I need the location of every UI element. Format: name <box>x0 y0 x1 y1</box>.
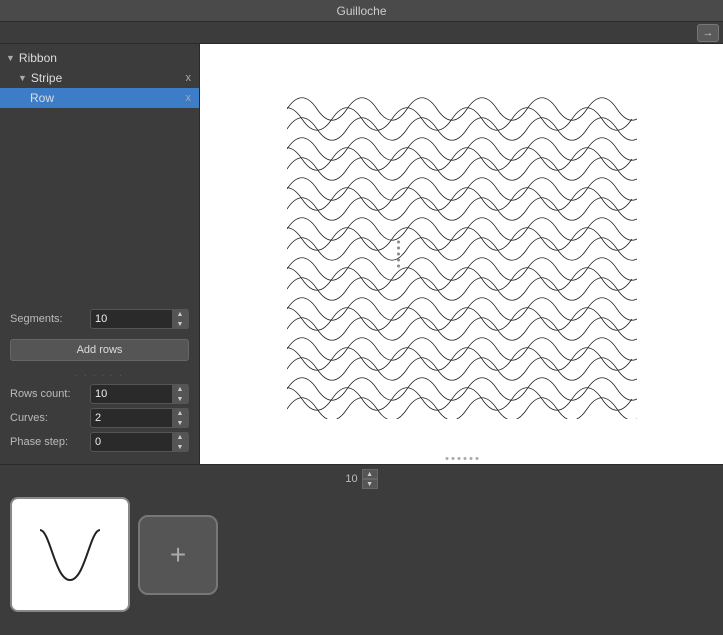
phase-step-label: Phase step: <box>10 436 90 448</box>
curve-thumbnail[interactable] <box>10 497 130 612</box>
segments-down[interactable]: ▼ <box>172 319 188 329</box>
phase-step-down[interactable]: ▼ <box>172 442 188 452</box>
bottom-value-down[interactable]: ▼ <box>362 479 378 489</box>
rows-count-stepper: ▲ ▼ <box>172 384 188 404</box>
dot-divider: · · · · · · <box>10 371 189 380</box>
title-bar: Guilloche <box>0 0 723 22</box>
guilloche-preview <box>287 89 637 419</box>
curves-input-wrap: ▲ ▼ <box>90 408 189 428</box>
stripe-close[interactable]: x <box>184 72 194 84</box>
segments-input[interactable] <box>91 313 172 325</box>
bottom-resize-handle[interactable] <box>445 457 478 460</box>
bottom-value-label: 10 <box>345 473 357 485</box>
rows-count-down[interactable]: ▼ <box>172 394 188 404</box>
rows-count-label: Rows count: <box>10 388 90 400</box>
phase-step-stepper: ▲ ▼ <box>172 432 188 452</box>
export-icon: → <box>703 27 714 39</box>
rows-count-input[interactable] <box>91 388 172 400</box>
ribbon-arrow: ▼ <box>6 53 15 63</box>
curves-label: Curves: <box>10 412 90 424</box>
add-curve-button[interactable]: + <box>138 515 218 595</box>
add-rows-button[interactable]: Add rows <box>10 339 189 361</box>
phase-step-up[interactable]: ▲ <box>172 432 188 442</box>
segments-label: Segments: <box>10 313 90 325</box>
controls-area: Segments: ▲ ▼ Add rows · · · · · · Rows … <box>0 301 199 464</box>
rows-count-up[interactable]: ▲ <box>172 384 188 394</box>
segments-row: Segments: ▲ ▼ <box>10 309 189 329</box>
segments-up[interactable]: ▲ <box>172 309 188 319</box>
bottom-value-up[interactable]: ▲ <box>362 469 378 479</box>
row-label: Row <box>30 91 184 105</box>
segments-input-wrap: ▲ ▼ <box>90 309 189 329</box>
add-curve-icon: + <box>170 541 186 569</box>
window-title: Guilloche <box>336 4 386 18</box>
stripe-label: Stripe <box>31 71 184 85</box>
tree-item-stripe[interactable]: ▼ Stripe x <box>0 68 199 88</box>
left-resize-handle[interactable] <box>397 241 400 268</box>
tree-area: ▼ Ribbon ▼ Stripe x Row x <box>0 44 199 301</box>
curves-input[interactable] <box>91 412 172 424</box>
curves-row: + <box>0 493 723 616</box>
main-area: ▼ Ribbon ▼ Stripe x Row x Segments: <box>0 44 723 464</box>
left-panel: ▼ Ribbon ▼ Stripe x Row x Segments: <box>0 44 200 464</box>
stripe-arrow: ▼ <box>18 73 27 83</box>
curves-down[interactable]: ▼ <box>172 418 188 428</box>
tree-item-row[interactable]: Row x <box>0 88 199 108</box>
canvas-area <box>200 44 723 464</box>
segments-stepper: ▲ ▼ <box>172 309 188 329</box>
curves-up[interactable]: ▲ <box>172 408 188 418</box>
tree-item-ribbon[interactable]: ▼ Ribbon <box>0 48 199 68</box>
curves-row: Curves: ▲ ▼ <box>10 408 189 428</box>
phase-step-input-wrap: ▲ ▼ <box>90 432 189 452</box>
curves-stepper: ▲ ▼ <box>172 408 188 428</box>
rows-count-row: Rows count: ▲ ▼ <box>10 384 189 404</box>
phase-step-row: Phase step: ▲ ▼ <box>10 432 189 452</box>
ribbon-label: Ribbon <box>19 51 193 65</box>
bottom-panel: 10 ▲ ▼ + <box>0 464 723 635</box>
rows-count-input-wrap: ▲ ▼ <box>90 384 189 404</box>
row-close[interactable]: x <box>184 92 194 104</box>
curve-preview-svg <box>25 510 115 600</box>
export-button[interactable]: → <box>697 24 719 42</box>
top-bar: → <box>0 22 723 44</box>
bottom-top-bar: 10 ▲ ▼ <box>0 465 723 493</box>
bottom-value-stepper: ▲ ▼ <box>362 469 378 489</box>
phase-step-input[interactable] <box>91 436 172 448</box>
